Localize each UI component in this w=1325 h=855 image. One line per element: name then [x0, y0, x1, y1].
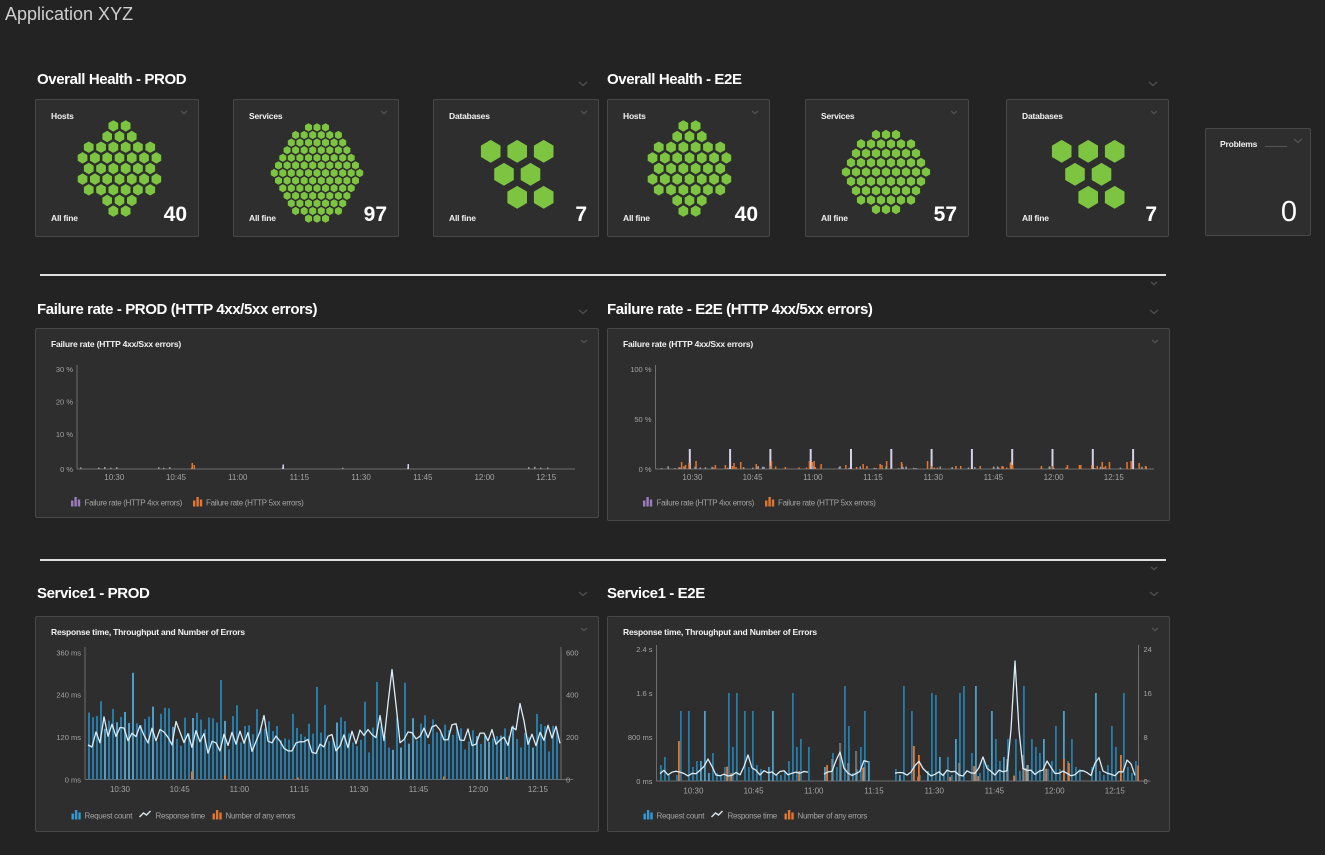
svg-text:11:30: 11:30	[349, 785, 369, 794]
svg-text:0 ms: 0 ms	[636, 777, 653, 786]
svg-text:12:00: 12:00	[474, 473, 495, 482]
svg-text:1.6 s: 1.6 s	[636, 689, 653, 698]
svg-text:11:00: 11:00	[803, 473, 823, 482]
svg-text:10 %: 10 %	[56, 430, 73, 439]
svg-text:12:15: 12:15	[1105, 787, 1126, 796]
svg-text:50 %: 50 %	[634, 415, 651, 424]
svg-text:11:15: 11:15	[864, 787, 884, 796]
svg-text:Failure rate (HTTP 5xx errors): Failure rate (HTTP 5xx errors)	[778, 499, 876, 508]
svg-text:10:45: 10:45	[743, 473, 764, 482]
svg-text:24: 24	[1144, 645, 1152, 654]
svg-text:800 ms: 800 ms	[628, 733, 653, 742]
svg-text:11:15: 11:15	[290, 473, 310, 482]
svg-text:8: 8	[1144, 733, 1148, 742]
svg-text:Request count: Request count	[85, 812, 134, 821]
svg-text:11:15: 11:15	[863, 473, 883, 482]
svg-text:20 %: 20 %	[56, 398, 73, 407]
svg-text:12:15: 12:15	[536, 473, 557, 482]
svg-text:Failure rate (HTTP 5xx errors): Failure rate (HTTP 5xx errors)	[206, 499, 304, 508]
svg-text:11:00: 11:00	[230, 785, 250, 794]
svg-text:11:45: 11:45	[985, 787, 1005, 796]
svg-text:100 %: 100 %	[630, 365, 652, 374]
svg-text:12:15: 12:15	[528, 785, 549, 794]
svg-text:30 %: 30 %	[56, 365, 73, 374]
svg-text:0 %: 0 %	[60, 465, 73, 474]
svg-text:10:45: 10:45	[744, 787, 765, 796]
svg-text:11:30: 11:30	[923, 473, 943, 482]
svg-text:200: 200	[566, 733, 579, 742]
svg-text:10:30: 10:30	[682, 473, 703, 482]
svg-text:11:30: 11:30	[351, 473, 371, 482]
svg-text:10:45: 10:45	[170, 785, 191, 794]
svg-text:600: 600	[566, 649, 579, 658]
svg-text:12:15: 12:15	[1104, 473, 1125, 482]
svg-text:10:30: 10:30	[104, 473, 125, 482]
svg-text:11:00: 11:00	[228, 473, 248, 482]
svg-text:10:30: 10:30	[683, 787, 704, 796]
svg-text:0: 0	[1144, 777, 1148, 786]
svg-text:2.4 s: 2.4 s	[636, 645, 653, 654]
svg-text:Failure rate (HTTP 4xx errors): Failure rate (HTTP 4xx errors)	[85, 499, 183, 508]
svg-text:11:15: 11:15	[289, 785, 309, 794]
svg-text:11:45: 11:45	[409, 785, 429, 794]
svg-text:Number of any errors: Number of any errors	[798, 812, 868, 821]
svg-text:240 ms: 240 ms	[56, 691, 81, 700]
svg-text:10:30: 10:30	[110, 785, 131, 794]
svg-text:11:45: 11:45	[984, 473, 1004, 482]
svg-text:Response time: Response time	[728, 812, 778, 821]
svg-text:12:00: 12:00	[468, 785, 489, 794]
svg-text:120 ms: 120 ms	[56, 733, 81, 742]
svg-text:0 %: 0 %	[639, 465, 652, 474]
svg-text:360 ms: 360 ms	[56, 649, 81, 658]
svg-text:12:00: 12:00	[1044, 473, 1065, 482]
svg-text:Request count: Request count	[657, 812, 706, 821]
svg-text:10:45: 10:45	[166, 473, 187, 482]
svg-text:16: 16	[1144, 689, 1152, 698]
svg-text:12:00: 12:00	[1045, 787, 1066, 796]
svg-text:Response time: Response time	[156, 812, 206, 821]
svg-text:11:30: 11:30	[924, 787, 944, 796]
svg-text:400: 400	[566, 691, 579, 700]
svg-text:11:45: 11:45	[413, 473, 433, 482]
svg-text:0 ms: 0 ms	[65, 776, 82, 785]
svg-text:11:00: 11:00	[804, 787, 824, 796]
svg-text:Number of any errors: Number of any errors	[226, 812, 296, 821]
svg-text:Failure rate (HTTP 4xx errors): Failure rate (HTTP 4xx errors)	[657, 499, 755, 508]
svg-text:0: 0	[566, 776, 570, 785]
